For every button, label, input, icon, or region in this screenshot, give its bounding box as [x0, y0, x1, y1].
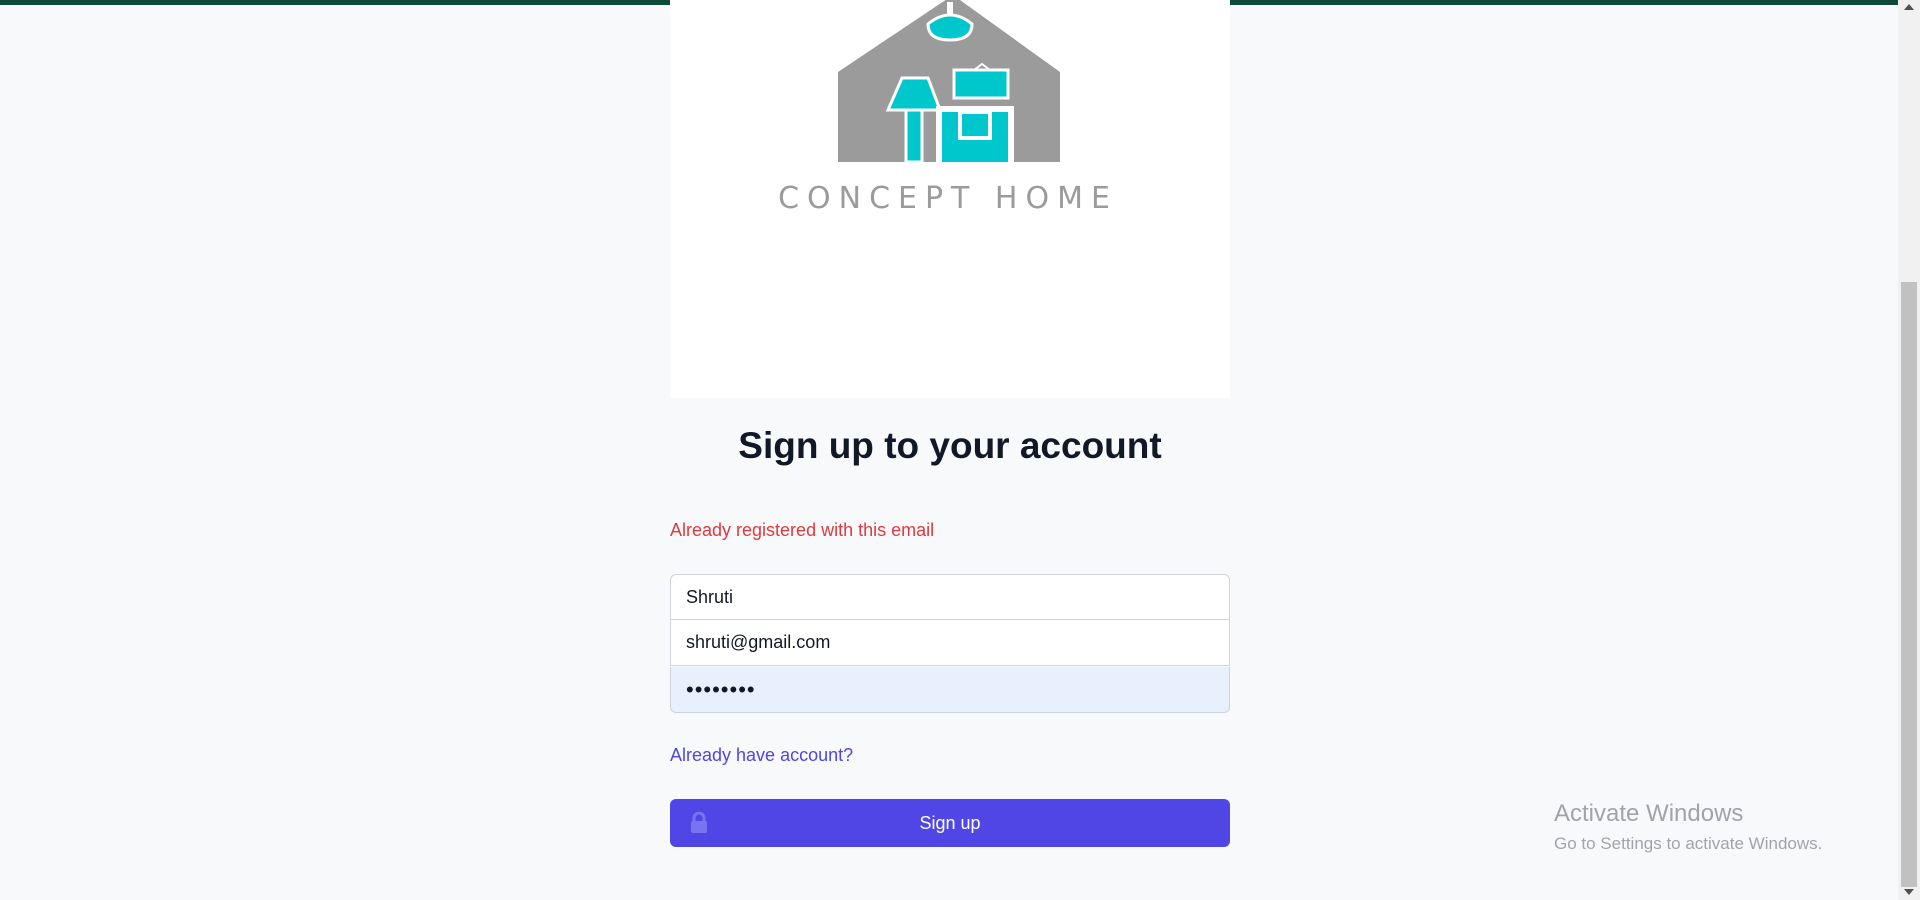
name-input[interactable] [670, 574, 1230, 620]
concept-home-logo: CONCEPT HOME [778, 0, 1118, 216]
logo-brand-text: CONCEPT HOME [778, 181, 1118, 216]
logo-card: CONCEPT HOME [670, 0, 1230, 398]
password-input[interactable]: •••••••• [670, 667, 1230, 713]
watermark-subtitle: Go to Settings to activate Windows. [1554, 834, 1823, 853]
windows-activation-watermark: Activate Windows Go to Settings to activ… [1554, 800, 1822, 854]
email-input[interactable] [670, 620, 1230, 666]
watermark-title: Activate Windows [1554, 800, 1744, 827]
page-title: Sign up to your account [738, 425, 1162, 466]
password-value: •••••••• [686, 676, 756, 702]
scrollbar-thumb[interactable] [1901, 282, 1917, 887]
login-link[interactable]: Already have account? [670, 745, 853, 766]
scroll-up-icon[interactable] [1904, 4, 1914, 10]
vertical-scrollbar[interactable] [1898, 0, 1920, 900]
signup-button-label: Sign up [919, 812, 981, 833]
error-message: Already registered with this email [670, 520, 935, 540]
signup-button[interactable]: Sign up [670, 799, 1230, 847]
lock-icon [691, 812, 707, 833]
scroll-down-icon[interactable] [1904, 889, 1914, 895]
